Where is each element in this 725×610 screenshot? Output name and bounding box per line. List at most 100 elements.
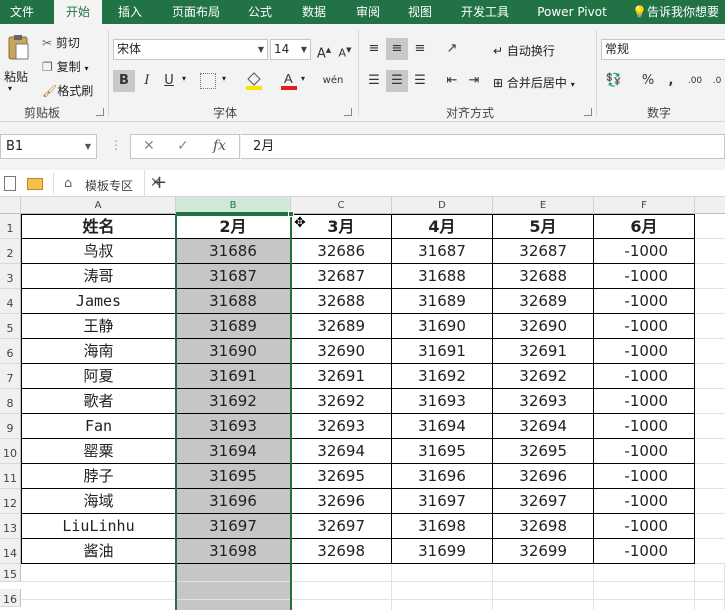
row-header-4[interactable]: 4 (0, 289, 21, 314)
table-cell[interactable]: 31695 (392, 439, 493, 464)
row-header-15[interactable]: 15 (0, 564, 21, 582)
table-cell[interactable]: 32688 (493, 264, 594, 289)
table-cell[interactable]: 31686 (176, 239, 291, 264)
table-cell[interactable]: 31696 (392, 464, 493, 489)
font-size-select[interactable]: 14 ▼ (270, 39, 311, 60)
row-header-9[interactable]: 9 (0, 414, 21, 439)
header-cell-b[interactable]: 2月 (176, 214, 291, 239)
empty-cell[interactable] (291, 564, 392, 582)
empty-cell[interactable] (291, 600, 392, 610)
row-header-13[interactable]: 13 (0, 514, 21, 539)
empty-cell[interactable] (695, 239, 725, 264)
empty-cell[interactable] (695, 214, 725, 239)
header-cell-e[interactable]: 5月 (493, 214, 594, 239)
table-cell[interactable]: 32693 (493, 389, 594, 414)
table-cell[interactable]: 31692 (392, 364, 493, 389)
empty-cell[interactable] (695, 564, 725, 582)
row-header-6[interactable]: 6 (0, 339, 21, 364)
table-cell[interactable]: 32691 (291, 364, 392, 389)
table-cell[interactable]: 31691 (176, 364, 291, 389)
table-cell[interactable]: -1000 (594, 514, 695, 539)
table-cell[interactable]: 酱油 (21, 539, 176, 564)
column-header-f[interactable]: F (594, 197, 695, 214)
enter-icon[interactable]: ✓ (177, 138, 189, 154)
select-all-corner[interactable] (0, 197, 21, 214)
table-cell[interactable]: 32689 (291, 314, 392, 339)
row-header-14[interactable]: 14 (0, 539, 21, 564)
header-cell-c[interactable]: 3月 (291, 214, 392, 239)
empty-cell[interactable] (176, 564, 291, 582)
header-cell-d[interactable]: 4月 (392, 214, 493, 239)
table-cell[interactable]: 32691 (493, 339, 594, 364)
align-right-icon[interactable]: ☰ (409, 70, 431, 92)
row-header-5[interactable]: 5 (0, 314, 21, 339)
tab-power-pivot[interactable]: Power Pivot (530, 0, 614, 24)
empty-cell[interactable] (176, 600, 291, 610)
row-header-8[interactable]: 8 (0, 389, 21, 414)
phonetic-guide-icon[interactable]: wén (322, 70, 344, 92)
row-header-2[interactable]: 2 (0, 239, 21, 264)
table-cell[interactable]: 32689 (493, 289, 594, 314)
table-cell[interactable]: 32687 (291, 264, 392, 289)
table-cell[interactable]: -1000 (594, 539, 695, 564)
header-cell-a[interactable]: 姓名 (21, 214, 176, 239)
align-top-icon[interactable]: ≡ (363, 38, 385, 60)
wrap-text-button[interactable]: ↵ 自动换行 (493, 42, 555, 59)
empty-cell[interactable] (493, 600, 594, 610)
table-cell[interactable]: 32699 (493, 539, 594, 564)
table-cell[interactable]: 海南 (21, 339, 176, 364)
table-cell[interactable]: 32687 (493, 239, 594, 264)
table-cell[interactable]: 31689 (176, 314, 291, 339)
table-cell[interactable]: 32688 (291, 289, 392, 314)
table-cell[interactable]: 31697 (392, 489, 493, 514)
header-cell-f[interactable]: 6月 (594, 214, 695, 239)
table-cell[interactable]: 31690 (176, 339, 291, 364)
empty-cell[interactable] (594, 600, 695, 610)
copy-button[interactable]: ❐ 复制 ▾ (42, 58, 88, 75)
empty-cell[interactable] (392, 600, 493, 610)
more-options-icon[interactable]: ⋮ (110, 138, 122, 152)
empty-cell[interactable] (695, 582, 725, 600)
table-cell[interactable]: 涛哥 (21, 264, 176, 289)
table-cell[interactable]: 32696 (493, 464, 594, 489)
tab-home[interactable]: 开始 (54, 0, 102, 24)
decrease-indent-icon[interactable]: ⇤ (441, 70, 463, 92)
align-left-icon[interactable]: ☰ (363, 70, 385, 92)
row-header-1[interactable]: 1 (0, 214, 21, 239)
table-cell[interactable]: LiuLinhu (21, 514, 176, 539)
number-format-select[interactable]: 常规 (601, 39, 725, 60)
table-cell[interactable]: 32698 (493, 514, 594, 539)
percent-style-button[interactable]: % (637, 70, 659, 92)
tab-insert[interactable]: 插入 (110, 0, 150, 24)
table-cell[interactable]: 31687 (176, 264, 291, 289)
decrease-font-size-icon[interactable]: A▼ (334, 39, 356, 61)
borders-dropdown-icon[interactable]: ▾ (222, 74, 226, 83)
row-header-12[interactable]: 12 (0, 489, 21, 514)
table-cell[interactable]: -1000 (594, 389, 695, 414)
orientation-icon[interactable]: ↗ (441, 38, 463, 60)
table-cell[interactable]: 31693 (392, 389, 493, 414)
table-cell[interactable]: 32690 (493, 314, 594, 339)
table-cell[interactable]: 32695 (291, 464, 392, 489)
table-cell[interactable]: 31694 (176, 439, 291, 464)
align-bottom-icon[interactable]: ≡ (409, 38, 431, 60)
empty-cell[interactable] (392, 564, 493, 582)
empty-cell[interactable] (695, 389, 725, 414)
table-cell[interactable]: -1000 (594, 464, 695, 489)
empty-cell[interactable] (21, 564, 176, 582)
row-header-16[interactable]: 16 (0, 589, 21, 607)
table-cell[interactable]: -1000 (594, 414, 695, 439)
add-tab-button[interactable]: + (152, 172, 167, 193)
table-cell[interactable]: 31688 (392, 264, 493, 289)
table-cell[interactable]: 31699 (392, 539, 493, 564)
empty-cell[interactable] (695, 339, 725, 364)
table-cell[interactable]: 脖子 (21, 464, 176, 489)
accounting-format-icon[interactable]: 💱 (603, 70, 625, 92)
tab-data[interactable]: 数据 (294, 0, 334, 24)
tab-developer[interactable]: 开发工具 (454, 0, 516, 24)
empty-cell[interactable] (594, 582, 695, 600)
tab-review[interactable]: 审阅 (348, 0, 388, 24)
table-cell[interactable]: 32694 (493, 414, 594, 439)
cut-button[interactable]: ✂ 剪切 (42, 34, 80, 51)
new-doc-icon[interactable] (4, 176, 16, 191)
